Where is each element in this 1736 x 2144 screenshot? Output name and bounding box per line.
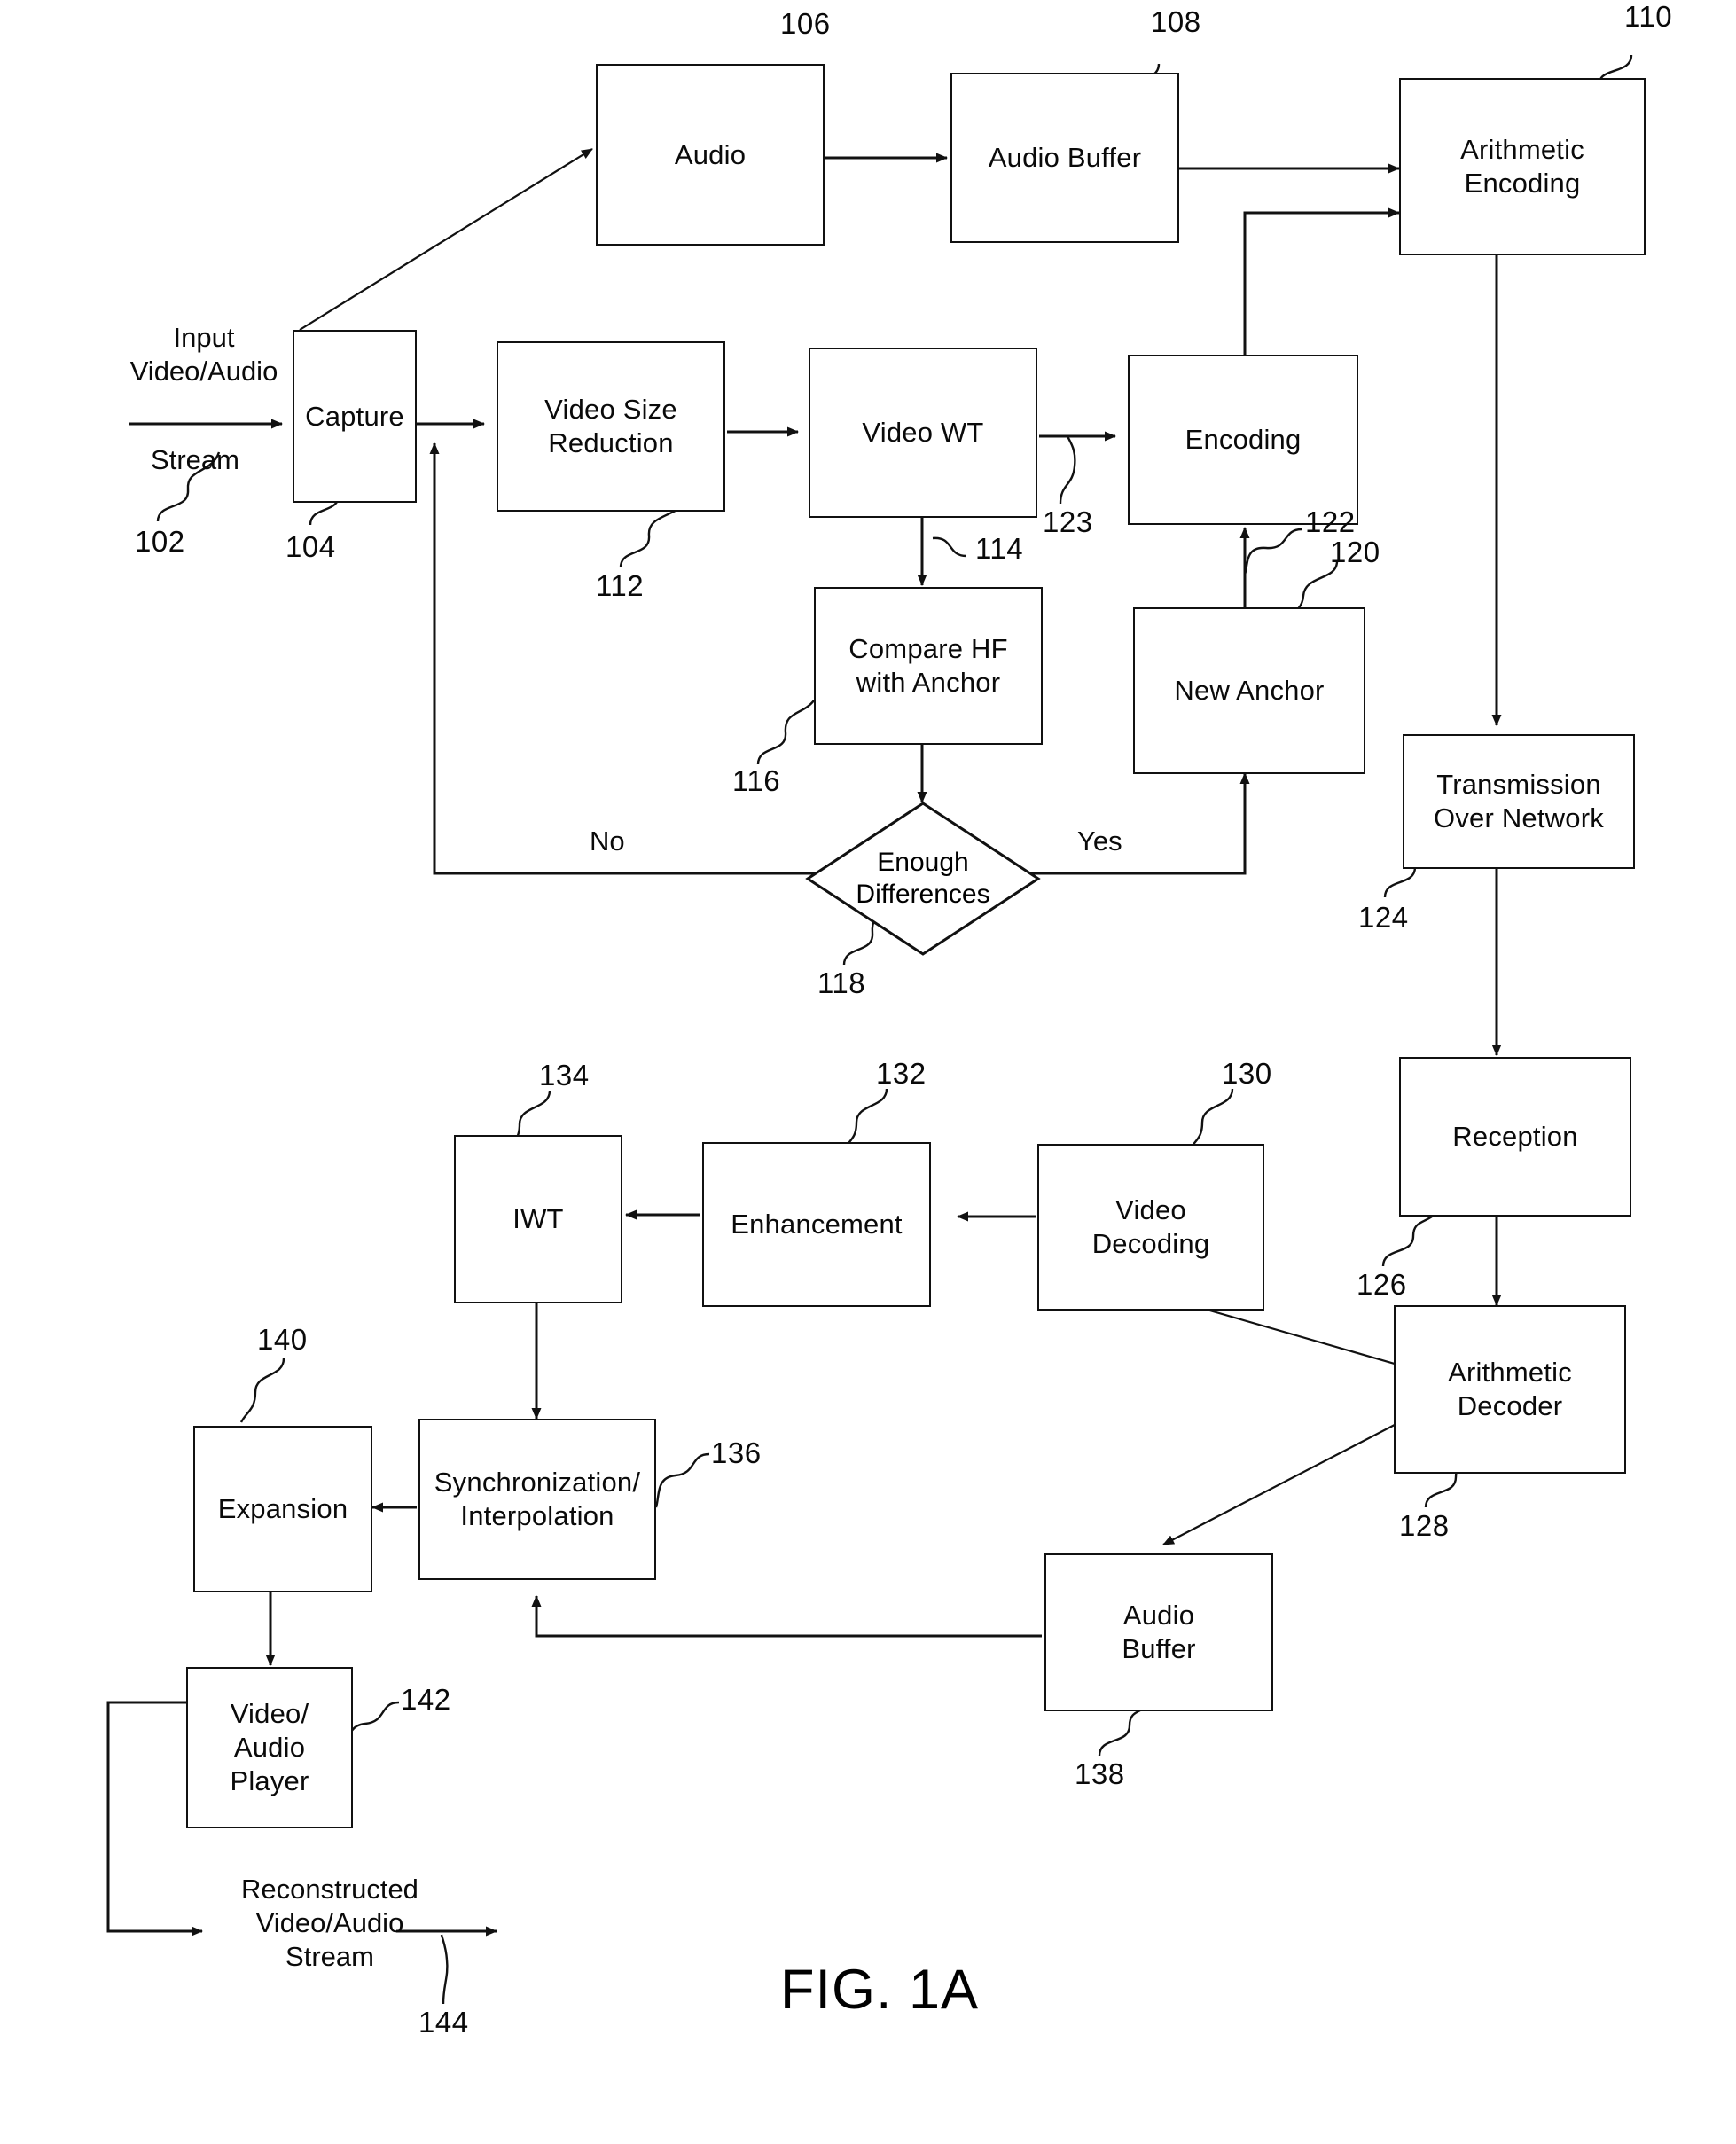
block-expansion[interactable]: Expansion [193,1426,372,1592]
block-audio-buffer-decoder[interactable]: Audio Buffer [1044,1553,1273,1711]
ref-136: 136 [711,1436,762,1469]
block-video-size-reduction[interactable]: Video Size Reduction [497,341,725,512]
block-audio[interactable]: Audio [596,64,825,246]
ref-108: 108 [1151,5,1201,38]
block-arithmetic-decoder[interactable]: Arithmetic Decoder [1394,1305,1626,1474]
ref-142: 142 [401,1683,451,1716]
block-video-decoding-label: Video Decoding [1091,1194,1210,1259]
ref-124: 124 [1358,901,1409,934]
branch-label-no: No [590,826,625,857]
input-stream-label: Input Video/Audio [129,322,278,387]
block-audio-buffer[interactable]: Audio Buffer [950,73,1179,243]
block-video-wt[interactable]: Video WT [809,348,1037,518]
block-reception[interactable]: Reception [1399,1057,1631,1217]
block-compare-hf[interactable]: Compare HF with Anchor [814,587,1043,745]
reconstructed-stream-label: Reconstructed Video/Audio Stream [241,1874,418,1972]
block-arithmetic-decoder-label: Arithmetic Decoder [1448,1357,1572,1421]
figure-canvas: Audio Audio Buffer Arithmetic Encoding C… [0,0,1736,2144]
block-encoding[interactable]: Encoding [1128,355,1358,525]
block-compare-hf-label: Compare HF with Anchor [848,633,1008,698]
ref-134: 134 [539,1059,590,1092]
block-new-anchor[interactable]: New Anchor [1133,607,1365,774]
block-new-anchor-label: New Anchor [1174,675,1325,707]
block-video-wt-label: Video WT [862,417,984,449]
ref-106: 106 [780,7,831,40]
block-sync-interpolation[interactable]: Synchronization/ Interpolation [418,1419,656,1580]
block-arithmetic-encoding[interactable]: Arithmetic Encoding [1399,78,1646,255]
block-sync-interpolation-label: Synchronization/ Interpolation [434,1467,641,1531]
ref-144: 144 [418,2006,469,2038]
block-expansion-label: Expansion [217,1493,348,1525]
block-iwt[interactable]: IWT [454,1135,622,1303]
ref-110: 110 [1624,0,1673,33]
ref-112: 112 [596,569,645,602]
ref-126: 126 [1357,1268,1407,1301]
block-capture-label: Capture [305,400,404,432]
ref-123: 123 [1043,505,1093,538]
block-capture[interactable]: Capture [293,330,417,503]
ref-138: 138 [1075,1757,1125,1790]
ref-128: 128 [1399,1509,1450,1542]
ref-114: 114 [975,532,1024,565]
branch-label-yes: Yes [1077,826,1122,857]
block-video-decoding[interactable]: Video Decoding [1037,1144,1264,1311]
ref-132: 132 [876,1057,927,1090]
ref-120: 120 [1330,536,1380,568]
block-audio-buffer-label: Audio Buffer [988,142,1142,174]
block-audio-label: Audio [674,138,747,170]
ref-140: 140 [257,1323,308,1356]
block-video-size-reduction-label: Video Size Reduction [544,394,677,458]
ref-122: 122 [1305,505,1356,538]
input-stream-label2: Stream [151,444,239,475]
ref-118: 118 [817,966,866,999]
block-av-player-label: Video/ Audio Player [230,1698,309,1796]
decision-enough-differences[interactable]: Enough Differences [805,801,1041,957]
block-reception-label: Reception [1452,1121,1578,1153]
ref-130: 130 [1222,1057,1272,1090]
figure-label: FIG. 1A [780,1959,980,2021]
block-enhancement-label: Enhancement [731,1209,903,1240]
block-transmission-over-network[interactable]: Transmission Over Network [1403,734,1635,869]
block-encoding-label: Encoding [1185,424,1302,456]
block-transmission-label: Transmission Over Network [1434,769,1604,833]
block-enhancement[interactable]: Enhancement [702,1142,931,1307]
block-iwt-label: IWT [512,1203,564,1235]
block-av-player[interactable]: Video/ Audio Player [186,1667,353,1828]
block-audio-buffer-decoder-label: Audio Buffer [1122,1600,1196,1664]
ref-116: 116 [732,764,781,797]
decision-label: Enough Differences [856,848,990,909]
block-arithmetic-encoding-label: Arithmetic Encoding [1460,134,1584,199]
ref-104: 104 [285,530,336,563]
ref-102: 102 [135,525,185,558]
